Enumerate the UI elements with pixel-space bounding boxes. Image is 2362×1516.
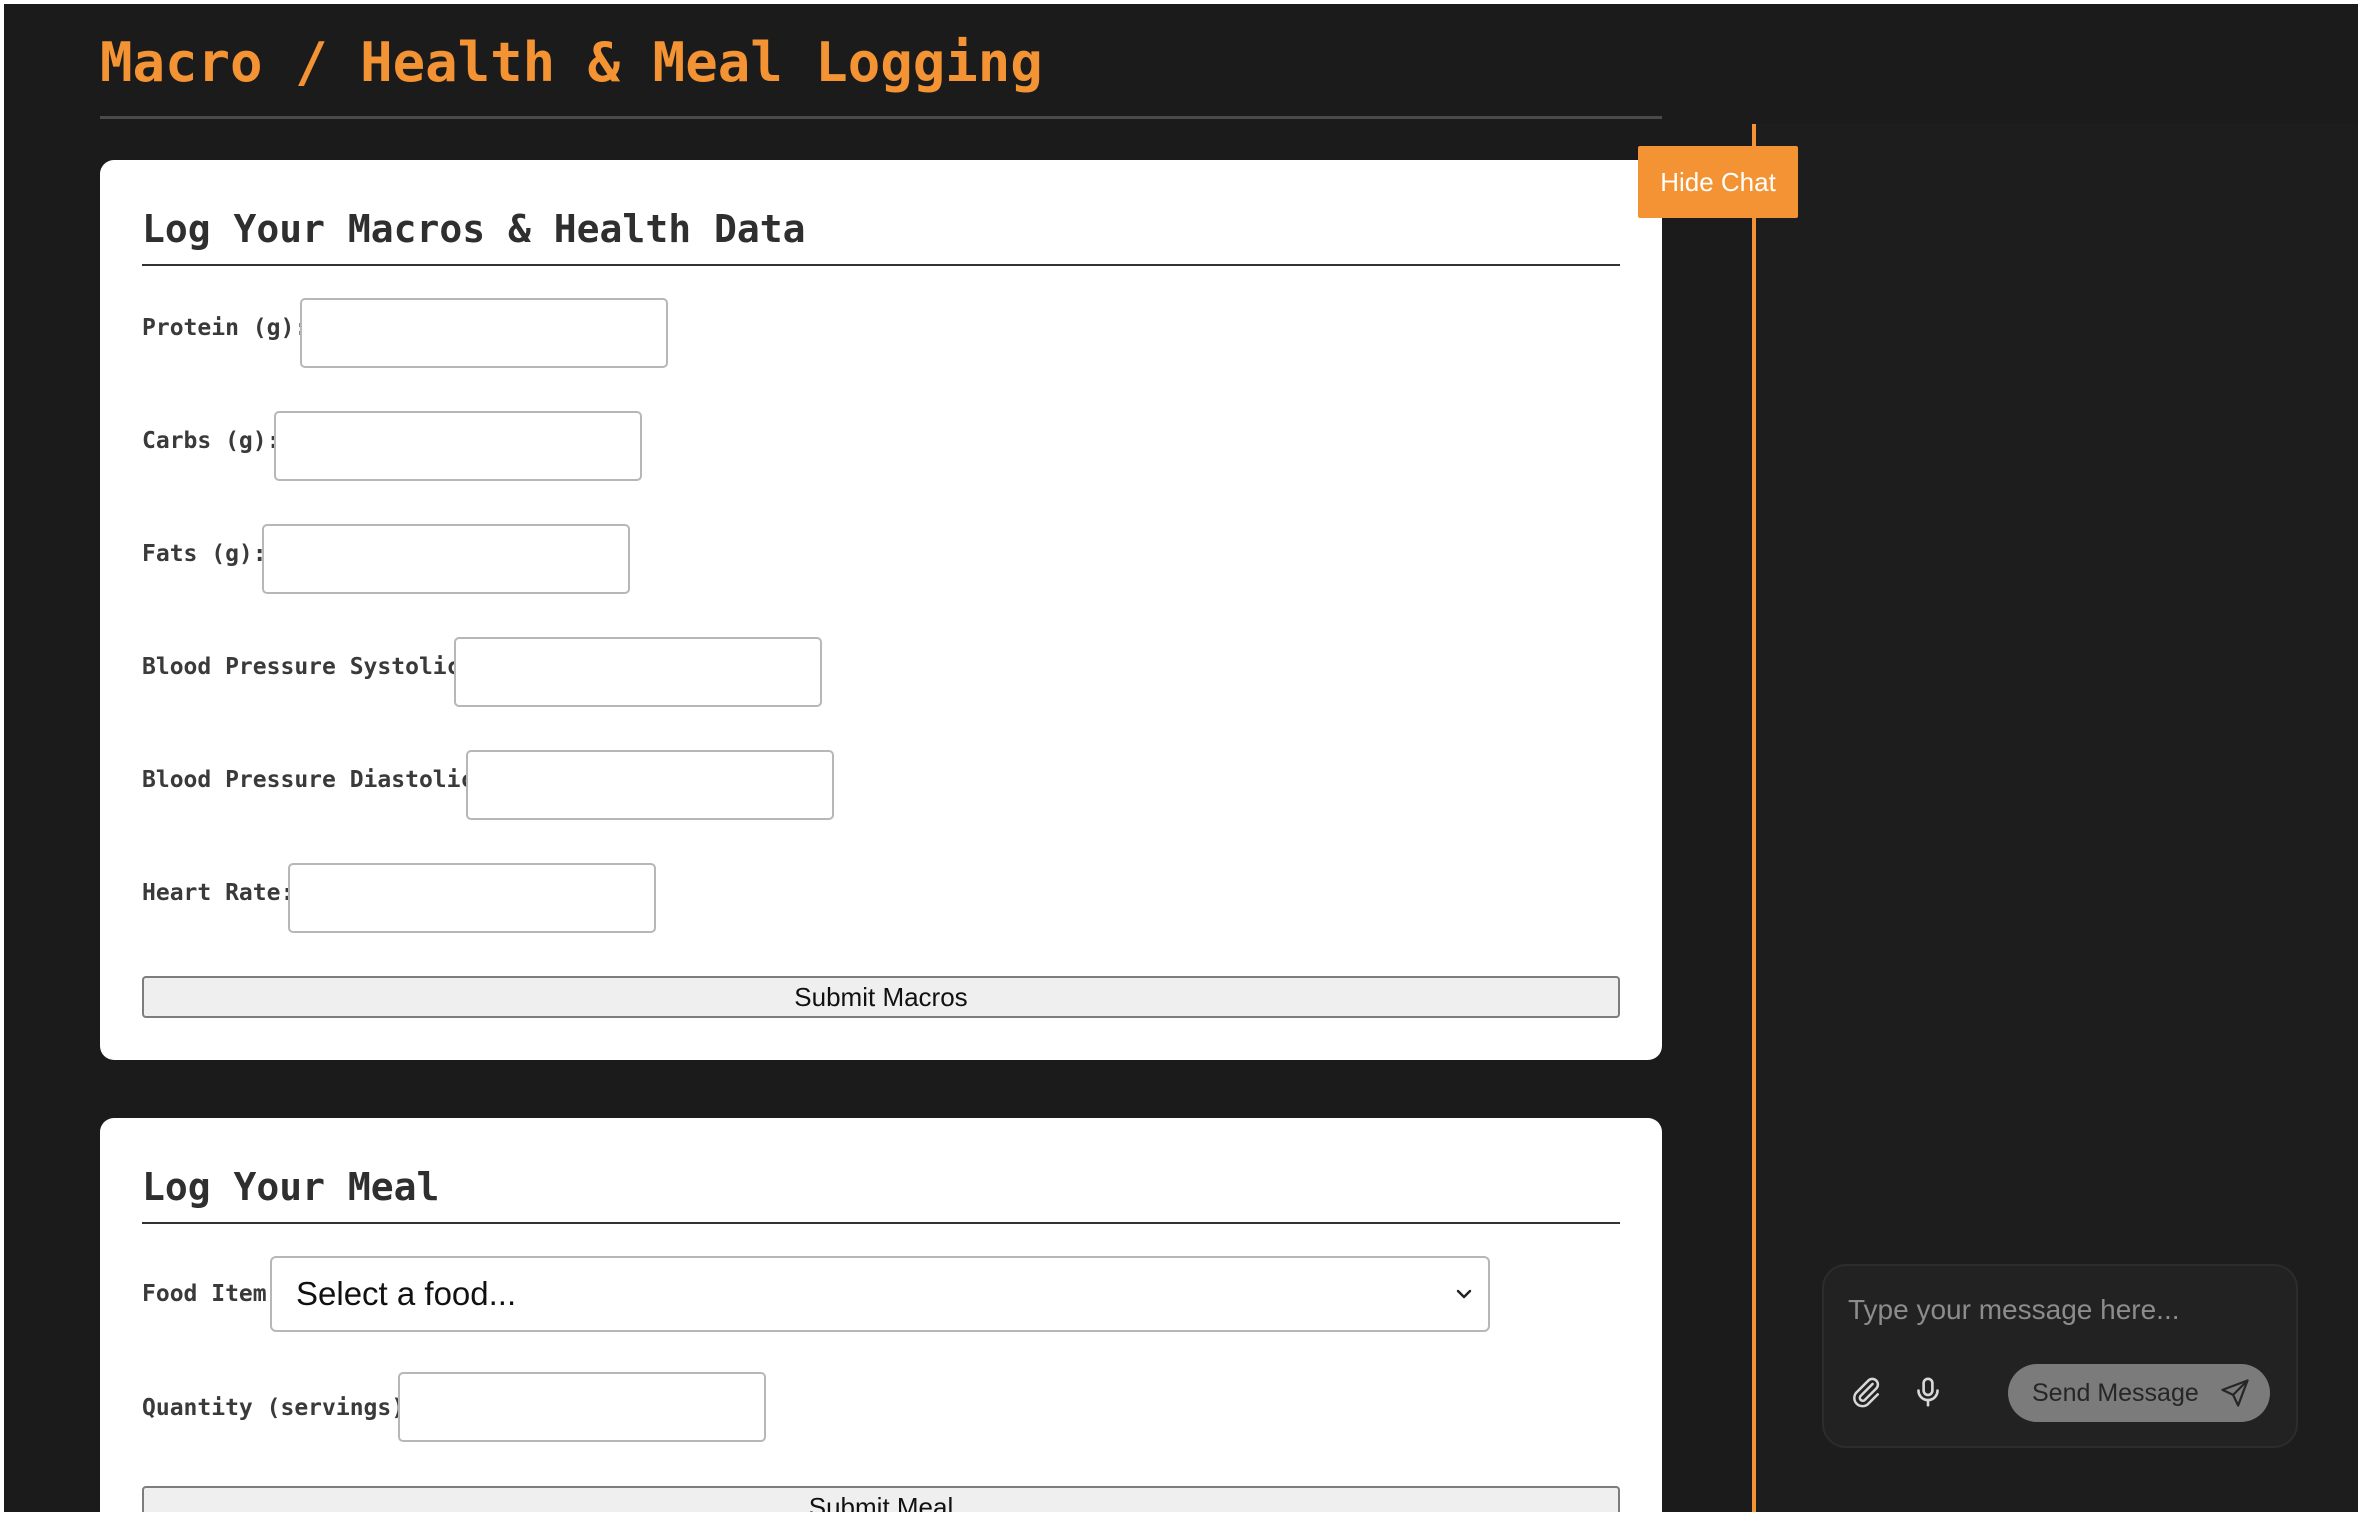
meal-form-divider — [142, 1222, 1620, 1224]
header-divider — [100, 116, 1662, 119]
bp-systolic-input[interactable] — [454, 637, 822, 707]
bp-systolic-label: Blood Pressure Systolic: — [142, 654, 475, 680]
paper-plane-icon — [2221, 1379, 2249, 1407]
page-title: Macro / Health & Meal Logging — [100, 31, 1043, 94]
carbs-input[interactable] — [274, 411, 642, 481]
hide-chat-button[interactable]: Hide Chat — [1638, 146, 1798, 218]
quantity-input[interactable] — [398, 1372, 766, 1442]
macros-form-card: Log Your Macros & Health Data Protein (g… — [100, 160, 1662, 1060]
chevron-down-icon — [1456, 1289, 1472, 1299]
chat-divider — [1752, 124, 1756, 1512]
protein-input[interactable] — [300, 298, 668, 368]
send-message-label: Send Message — [2032, 1379, 2199, 1407]
paperclip-icon — [1853, 1377, 1880, 1408]
food-item-select[interactable]: Select a food... — [270, 1256, 1490, 1332]
bp-diastolic-input[interactable] — [466, 750, 834, 820]
food-select-value: Select a food... — [296, 1275, 517, 1312]
protein-label: Protein (g): — [142, 315, 309, 341]
submit-meal-button[interactable]: Submit Meal — [142, 1486, 1620, 1512]
meal-form-title: Log Your Meal — [142, 1165, 440, 1209]
chat-message-input[interactable] — [1848, 1286, 2268, 1334]
send-message-button[interactable]: Send Message — [2008, 1364, 2270, 1422]
macros-form-title: Log Your Macros & Health Data — [142, 207, 806, 251]
heart-rate-label: Heart Rate: — [142, 880, 295, 906]
carbs-label: Carbs (g): — [142, 428, 281, 454]
meal-form-card: Log Your Meal Food Item: Select a food..… — [100, 1118, 1662, 1512]
attach-button[interactable] — [1844, 1370, 1888, 1414]
bp-diastolic-label: Blood Pressure Diastolic: — [142, 767, 489, 793]
chat-composer: Send Message — [1822, 1264, 2298, 1448]
app-window: Macro / Health & Meal Logging Log Your M… — [4, 4, 2358, 1512]
macros-form-divider — [142, 264, 1620, 266]
quantity-label: Quantity (servings): — [142, 1395, 419, 1421]
fats-label: Fats (g): — [142, 541, 267, 567]
submit-macros-button[interactable]: Submit Macros — [142, 976, 1620, 1018]
microphone-icon — [1917, 1377, 1939, 1407]
food-item-label: Food Item: — [142, 1281, 281, 1307]
microphone-button[interactable] — [1906, 1370, 1950, 1414]
heart-rate-input[interactable] — [288, 863, 656, 933]
fats-input[interactable] — [262, 524, 630, 594]
